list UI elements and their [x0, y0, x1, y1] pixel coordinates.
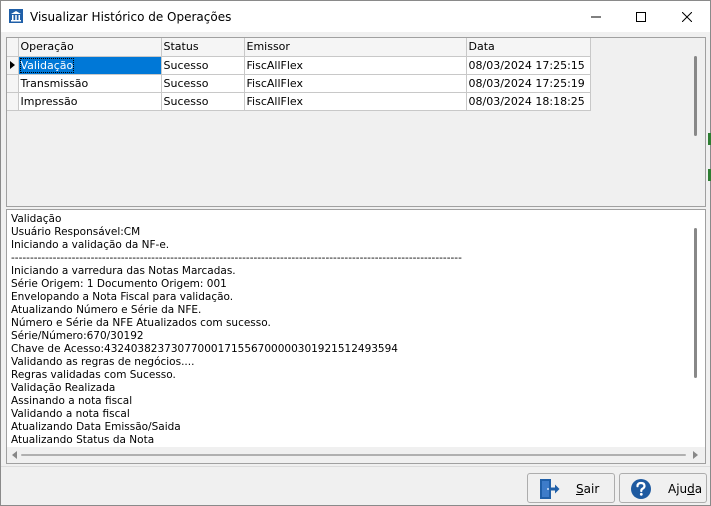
- minimize-button[interactable]: [573, 1, 619, 32]
- cell-text: Validação: [19, 57, 75, 73]
- help-question-icon: [631, 479, 651, 499]
- cell-operacao[interactable]: Transmissão: [18, 74, 162, 93]
- log-line: Atualizando Status da Nota: [11, 434, 155, 446]
- window-title: Visualizar Histórico de Operações: [30, 10, 232, 24]
- cell-emissor[interactable]: FiscAllFlex: [244, 92, 467, 111]
- cell-emissor[interactable]: FiscAllFlex: [244, 56, 467, 75]
- log-line: Validação: [11, 213, 62, 225]
- maximize-button[interactable]: [618, 1, 664, 32]
- log-line: Validando a nota fiscal: [11, 408, 130, 420]
- sair-accelerator: S: [576, 482, 584, 496]
- row-pointer-icon: [10, 61, 15, 69]
- maximize-icon: [636, 11, 646, 22]
- column-header-status[interactable]: Status: [161, 38, 245, 57]
- log-line: Iniciando a validação da NF-e.: [11, 239, 170, 251]
- current-row-indicator: [7, 56, 19, 75]
- grid-vertical-scrollbar[interactable]: [687, 38, 705, 206]
- log-line: ----------------------------------------…: [11, 252, 462, 264]
- log-line: Validando as regras de negócios....: [11, 356, 195, 368]
- table-row[interactable]: Validação Sucesso FiscAllFlex 08/03/2024…: [7, 56, 591, 75]
- sair-label-rest: air: [583, 482, 600, 496]
- cell-status[interactable]: Sucesso: [161, 56, 245, 75]
- ajuda-accelerator: d: [687, 482, 695, 496]
- close-icon: [682, 11, 692, 22]
- column-header-operacao[interactable]: Operação: [18, 38, 162, 57]
- log-scroll-thumb[interactable]: [694, 228, 697, 378]
- history-window: Visualizar Histórico de Operações Operaç…: [0, 0, 711, 506]
- cell-status[interactable]: Sucesso: [161, 92, 245, 111]
- sair-button[interactable]: Sair: [527, 473, 615, 503]
- log-vertical-scrollbar[interactable]: [687, 210, 705, 447]
- table-row[interactable]: Impressão Sucesso FiscAllFlex 08/03/2024…: [7, 92, 591, 111]
- ajuda-label-rest: a: [694, 482, 703, 496]
- operation-log[interactable]: Validação Usuário Responsável:CM Iniciando…: [6, 209, 706, 464]
- table-row[interactable]: Transmissão Sucesso FiscAllFlex 08/03/20…: [7, 74, 591, 93]
- log-horizontal-scrollbar[interactable]: [7, 447, 705, 463]
- cell-operacao[interactable]: Impressão: [18, 92, 162, 111]
- scroll-right-icon[interactable]: [693, 451, 698, 459]
- log-line: Atualizando Data Emissão/Saida: [11, 421, 181, 433]
- operations-grid: Operação Status Emissor Data Validação S…: [6, 37, 706, 207]
- cell-data[interactable]: 08/03/2024 17:25:19: [466, 74, 591, 93]
- row-indicator: [7, 74, 19, 93]
- operations-table: Operação Status Emissor Data Validação S…: [7, 38, 591, 111]
- exit-door-icon: [540, 479, 560, 499]
- log-line: Usuário Responsável:CM: [11, 226, 141, 238]
- title-bar[interactable]: Visualizar Histórico de Operações: [1, 1, 710, 32]
- log-line: Série/Número:670/30192: [11, 330, 144, 342]
- close-button[interactable]: [664, 1, 710, 32]
- cell-emissor[interactable]: FiscAllFlex: [244, 74, 467, 93]
- cell-data[interactable]: 08/03/2024 17:25:15: [466, 56, 591, 75]
- log-line: Envelopando a Nota Fiscal para validação…: [11, 291, 234, 303]
- cell-status[interactable]: Sucesso: [161, 74, 245, 93]
- ajuda-button[interactable]: Ajuda: [619, 473, 707, 503]
- row-indicator-header: [7, 38, 19, 57]
- column-header-emissor[interactable]: Emissor: [244, 38, 467, 57]
- log-line: Série Origem: 1 Documento Origem: 001: [11, 278, 227, 290]
- grid-scroll-thumb[interactable]: [694, 56, 697, 136]
- log-line: Assinando a nota fiscal: [11, 395, 133, 407]
- log-line: Regras validadas com Sucesso.: [11, 369, 176, 381]
- footer-divider: [1, 466, 710, 467]
- log-hscroll-thumb[interactable]: [21, 454, 686, 456]
- log-line: Número e Série da NFE Atualizados com su…: [11, 317, 271, 329]
- ajuda-label-prefix: Aju: [668, 482, 688, 496]
- log-line: Validação Realizada: [11, 382, 116, 394]
- log-text: Validação Usuário Responsável:CM Iniciando…: [11, 213, 681, 447]
- table-header-row: Operação Status Emissor Data: [7, 38, 591, 57]
- column-header-data[interactable]: Data: [466, 38, 591, 57]
- minimize-icon: [591, 16, 601, 17]
- log-line: Chave de Acesso:432403823730770001715567…: [11, 343, 398, 355]
- cell-operacao[interactable]: Validação: [18, 56, 162, 75]
- log-line: Atualizando Número e Série da NFE.: [11, 304, 202, 316]
- sair-label: Sair: [576, 482, 599, 496]
- ajuda-label: Ajuda: [668, 482, 702, 496]
- scroll-left-icon[interactable]: [12, 451, 17, 459]
- row-indicator: [7, 92, 19, 111]
- cell-data[interactable]: 08/03/2024 18:18:25: [466, 92, 591, 111]
- log-line: Iniciando a varredura das Notas Marcadas…: [11, 265, 236, 277]
- building-icon: [9, 9, 23, 23]
